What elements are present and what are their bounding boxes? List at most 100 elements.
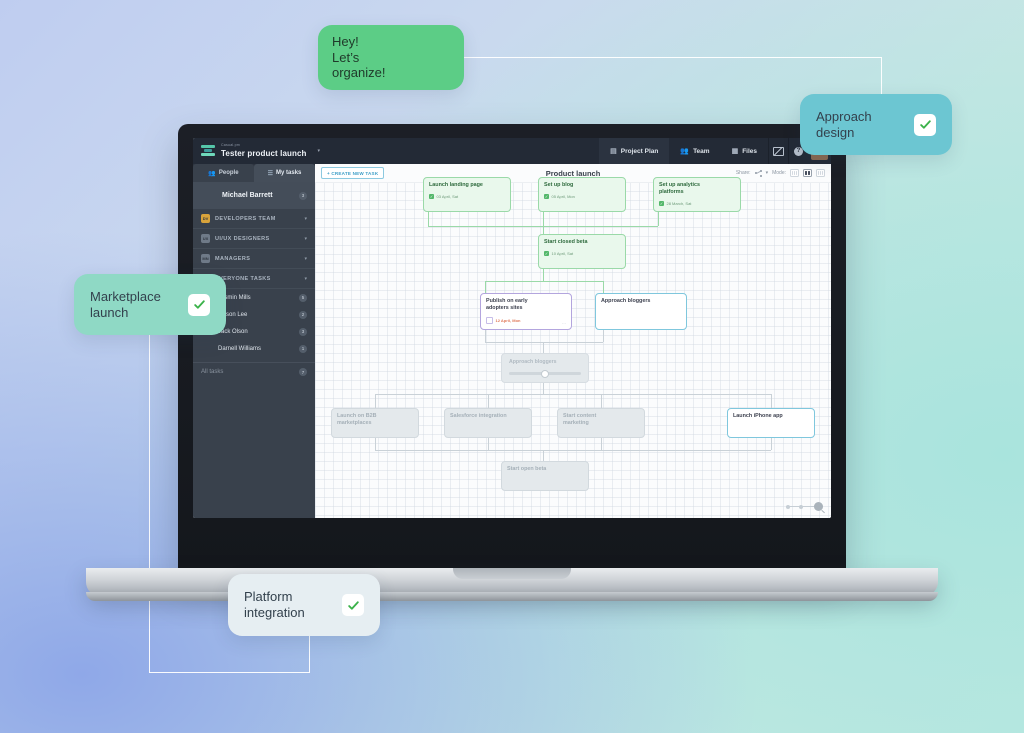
task-card-launch-landing-page[interactable]: Launch landing page ✓ 03 April, Sat — [423, 177, 511, 212]
mail-icon — [773, 146, 784, 156]
sidebar-person-darnell-williams[interactable]: Darnell Williams 1 — [193, 340, 315, 357]
people-icon: 👥 — [208, 170, 216, 177]
connector — [601, 394, 602, 408]
slider-knob[interactable] — [541, 369, 549, 378]
sidebar-tab-my-tasks-label: My tasks — [276, 170, 302, 176]
callout-approach-design-text: Approach design — [816, 108, 872, 140]
callout-platform-integration[interactable]: Platform integration — [228, 574, 380, 636]
app-topbar: Casual.pm Tester product launch ▾ ▤ Proj… — [193, 138, 831, 164]
checkbox-checked[interactable] — [342, 594, 364, 616]
task-card-publish-on-early-adopters-sites[interactable]: Publish on early adopters sites 12 April… — [480, 293, 572, 330]
check-icon[interactable]: ✓ — [544, 193, 549, 199]
assignee-avatar[interactable] — [552, 298, 567, 313]
tab-files[interactable]: ▦ Files — [721, 138, 768, 164]
connector — [375, 394, 771, 395]
check-icon[interactable]: ✓ — [544, 250, 549, 256]
chevron-down-icon[interactable]: ▾ — [304, 256, 307, 262]
assignee-avatar[interactable] — [606, 239, 621, 254]
chevron-down-icon[interactable]: ▾ — [304, 216, 307, 222]
create-new-task-button[interactable]: + CREATE NEW TASK — [321, 167, 385, 179]
task-card-start-open-beta[interactable]: Start open beta — [501, 461, 589, 491]
sidebar-tab-my-tasks[interactable]: ☰ My tasks — [254, 164, 315, 182]
chevron-down-icon[interactable]: ▾ — [304, 276, 307, 282]
mail-button[interactable] — [768, 138, 788, 164]
progress-slider[interactable] — [509, 369, 581, 378]
assignee-avatar[interactable] — [625, 413, 640, 428]
group-icon: DV — [201, 214, 210, 223]
ghost-task-title: Approach bloggers — [509, 359, 557, 365]
share-label: Share: — [735, 170, 751, 176]
zoom-magnifier-icon[interactable] — [814, 502, 823, 511]
zoom-control[interactable] — [786, 502, 823, 511]
person-name: Darnell Williams — [218, 345, 262, 352]
project-name: Tester product launch — [221, 148, 307, 158]
tab-team-label: Team — [693, 147, 710, 155]
task-card-launch-iphone-app[interactable]: Launch iPhone app — [727, 408, 815, 438]
connector — [543, 383, 544, 394]
task-canvas[interactable]: + CREATE NEW TASK Product launch Share: … — [315, 164, 831, 518]
sidebar-current-user[interactable]: Michael Barrett 3 — [193, 182, 315, 209]
task-count-badge: 2 — [299, 310, 307, 319]
checkbox-checked[interactable] — [188, 293, 210, 316]
card-actions-icon[interactable]: ⋯ — [562, 321, 567, 326]
leader-marketplace-h — [149, 672, 309, 673]
checkbox-checked[interactable] — [914, 113, 936, 136]
connector — [601, 438, 602, 450]
task-card-salesforce-integration[interactable]: Salesforce integration — [444, 408, 532, 438]
assignee-avatar[interactable] — [512, 413, 527, 428]
ghost-task-card[interactable]: Approach bloggers — [501, 353, 589, 383]
assignee-avatar[interactable] — [795, 413, 810, 428]
task-card-launch-on-b2b-marketplaces[interactable]: Launch on B2B marketplaces — [331, 408, 419, 438]
task-count-badge: 7 — [299, 368, 307, 376]
connector — [771, 438, 772, 450]
sidebar-group-ui-ux-designers[interactable]: UX UI/UX DESIGNERS ▾ — [193, 229, 315, 249]
sidebar-tab-people[interactable]: 👥 People — [193, 164, 254, 182]
callout-platform-integration-text: Platform integration — [244, 589, 305, 620]
chevron-down-icon[interactable]: ▾ — [304, 236, 307, 242]
sidebar-group-managers[interactable]: MN MANAGERS ▾ — [193, 249, 315, 269]
share-caret-icon[interactable]: ▾ — [766, 170, 769, 176]
avatar — [201, 343, 212, 354]
task-card-approach-bloggers[interactable]: Approach bloggers — [595, 293, 687, 330]
share-icon[interactable] — [754, 169, 762, 177]
tab-project-plan[interactable]: ▤ Project Plan — [599, 138, 670, 164]
assignee-avatar[interactable] — [667, 298, 682, 313]
assignee-avatar[interactable] — [491, 182, 506, 197]
task-card-start-closed-beta[interactable]: Start closed beta ✓ 10 April, Sat — [538, 234, 626, 269]
tab-team[interactable]: 👥 Team — [669, 138, 720, 164]
sidebar-tab-people-label: People — [218, 170, 239, 176]
avatar — [201, 188, 216, 203]
connector — [375, 438, 376, 450]
tab-files-label: Files — [742, 147, 757, 155]
mode-list-icon[interactable] — [790, 169, 799, 177]
callout-approach-design[interactable]: Approach design — [800, 94, 952, 155]
assignee-avatar[interactable] — [606, 182, 621, 197]
chevron-down-icon[interactable]: ▾ — [318, 148, 321, 154]
assignee-avatar[interactable] — [569, 466, 584, 481]
connector — [375, 394, 376, 408]
assignee-avatar[interactable] — [721, 182, 736, 197]
sidebar-group-developers-team[interactable]: DV DEVELOPERS TEAM ▾ — [193, 209, 315, 229]
callout-message[interactable]: Hey! Let’s organize! — [318, 25, 464, 90]
task-card-set-up-analytics-platforms[interactable]: Set up analytics platforms ✓ 28 March, S… — [653, 177, 741, 212]
connector — [375, 450, 771, 451]
mode-board-icon[interactable] — [803, 169, 812, 177]
callout-marketplace-launch[interactable]: Marketplace launch — [74, 274, 226, 335]
assignee-avatar[interactable] — [399, 413, 414, 428]
task-card-set-up-blog[interactable]: Set up blog ✓ 05 April, Mon — [538, 177, 626, 212]
brand-text: Casual.pm Tester product launch — [221, 144, 307, 157]
mode-grid-icon[interactable] — [816, 169, 825, 177]
check-icon[interactable] — [486, 316, 493, 324]
connector — [771, 394, 772, 408]
check-icon[interactable]: ✓ — [429, 193, 434, 199]
top-navigation: ▤ Project Plan 👥 Team ▦ Files — [599, 138, 768, 164]
task-count-badge: 3 — [299, 327, 307, 336]
mode-label: Mode: — [772, 170, 786, 176]
app-brand[interactable]: Casual.pm Tester product launch ▾ — [193, 144, 323, 157]
zoom-slider-track[interactable] — [786, 504, 816, 509]
check-icon[interactable]: ✓ — [659, 200, 664, 206]
task-card-start-content-marketing[interactable]: Start content marketing — [557, 408, 645, 438]
sidebar-all-tasks[interactable]: All tasks 7 — [193, 362, 315, 381]
document-icon: ▤ — [610, 148, 617, 155]
connector — [543, 450, 544, 461]
